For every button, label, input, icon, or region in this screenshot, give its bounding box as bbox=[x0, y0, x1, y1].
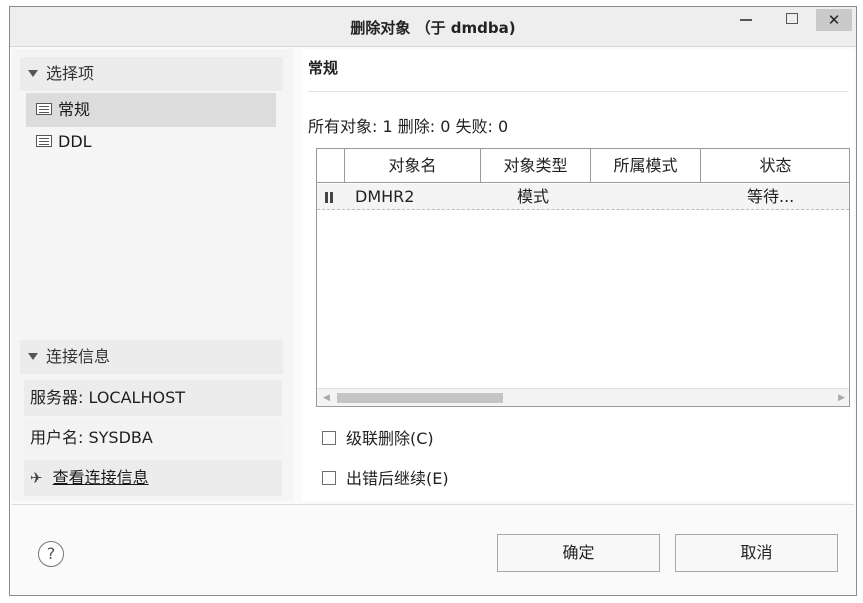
scroll-right-icon[interactable]: ▶ bbox=[838, 393, 845, 403]
connection-section-header[interactable]: 连接信息 bbox=[20, 340, 283, 374]
minimize-icon bbox=[740, 18, 752, 21]
nav-item-ddl[interactable]: DDL bbox=[26, 125, 276, 159]
column-header-status-icon[interactable] bbox=[317, 149, 345, 183]
cancel-button[interactable]: 取消 bbox=[675, 534, 838, 572]
footer-divider bbox=[12, 504, 854, 505]
options-section-header[interactable]: 选择项 bbox=[20, 57, 283, 91]
scroll-left-icon[interactable]: ◀ bbox=[323, 393, 330, 403]
section-title: 常规 bbox=[308, 59, 339, 77]
help-icon[interactable]: ? bbox=[38, 541, 64, 567]
cascade-delete-checkbox[interactable]: 级联删除(C) bbox=[322, 427, 434, 451]
list-icon bbox=[36, 135, 52, 147]
close-button[interactable]: ✕ bbox=[816, 9, 852, 31]
delete-object-dialog: 删除对象 （于 dmdba) ✕ 选择项 常规 DDL 连接信息 服务器: LO… bbox=[9, 6, 857, 596]
server-info: 服务器: LOCALHOST bbox=[24, 380, 282, 416]
maximize-button[interactable] bbox=[774, 7, 810, 33]
list-icon bbox=[36, 103, 52, 115]
left-panel: 选择项 常规 DDL 连接信息 服务器: LOCALHOST 用户名: SYSD… bbox=[12, 49, 293, 501]
nav-item-general[interactable]: 常规 bbox=[26, 93, 276, 127]
maximize-icon bbox=[786, 12, 798, 24]
main-panel: 常规 所有对象: 1 删除: 0 失败: 0 对象名 对象类型 所属模式 状态 … bbox=[302, 49, 854, 501]
objects-table: 对象名 对象类型 所属模式 状态 DMHR2 模式 等待... ◀ ▶ bbox=[316, 148, 850, 407]
summary-text: 所有对象: 1 删除: 0 失败: 0 bbox=[308, 117, 509, 136]
table-row[interactable]: DMHR2 模式 等待... bbox=[317, 184, 849, 210]
checkbox-icon bbox=[322, 431, 336, 445]
cell-name: DMHR2 bbox=[355, 187, 415, 206]
column-header-state[interactable]: 状态 bbox=[701, 149, 849, 183]
ok-button[interactable]: 确定 bbox=[497, 534, 660, 572]
view-connection-row: ✈ 查看连接信息 bbox=[24, 460, 282, 496]
title-bar: 删除对象 （于 dmdba) ✕ bbox=[10, 7, 856, 47]
column-header-schema[interactable]: 所属模式 bbox=[591, 149, 701, 183]
connection-icon: ✈ bbox=[30, 469, 43, 487]
pause-icon bbox=[325, 192, 334, 203]
scrollbar-thumb[interactable] bbox=[337, 393, 503, 403]
collapse-triangle-icon bbox=[28, 69, 38, 77]
view-connection-link[interactable]: 查看连接信息 bbox=[53, 468, 149, 487]
collapse-triangle-icon bbox=[28, 352, 38, 360]
column-header-type[interactable]: 对象类型 bbox=[481, 149, 591, 183]
cell-type: 模式 bbox=[517, 187, 550, 206]
user-info: 用户名: SYSDBA bbox=[24, 420, 282, 456]
close-icon: ✕ bbox=[827, 11, 841, 29]
checkbox-icon bbox=[322, 471, 336, 485]
horizontal-scrollbar[interactable]: ◀ ▶ bbox=[317, 388, 849, 406]
continue-on-error-checkbox[interactable]: 出错后继续(E) bbox=[322, 467, 449, 491]
column-header-name[interactable]: 对象名 bbox=[345, 149, 481, 183]
minimize-button[interactable] bbox=[728, 7, 764, 33]
table-header: 对象名 对象类型 所属模式 状态 bbox=[317, 149, 849, 183]
cell-state: 等待... bbox=[747, 187, 795, 206]
divider bbox=[308, 91, 848, 92]
